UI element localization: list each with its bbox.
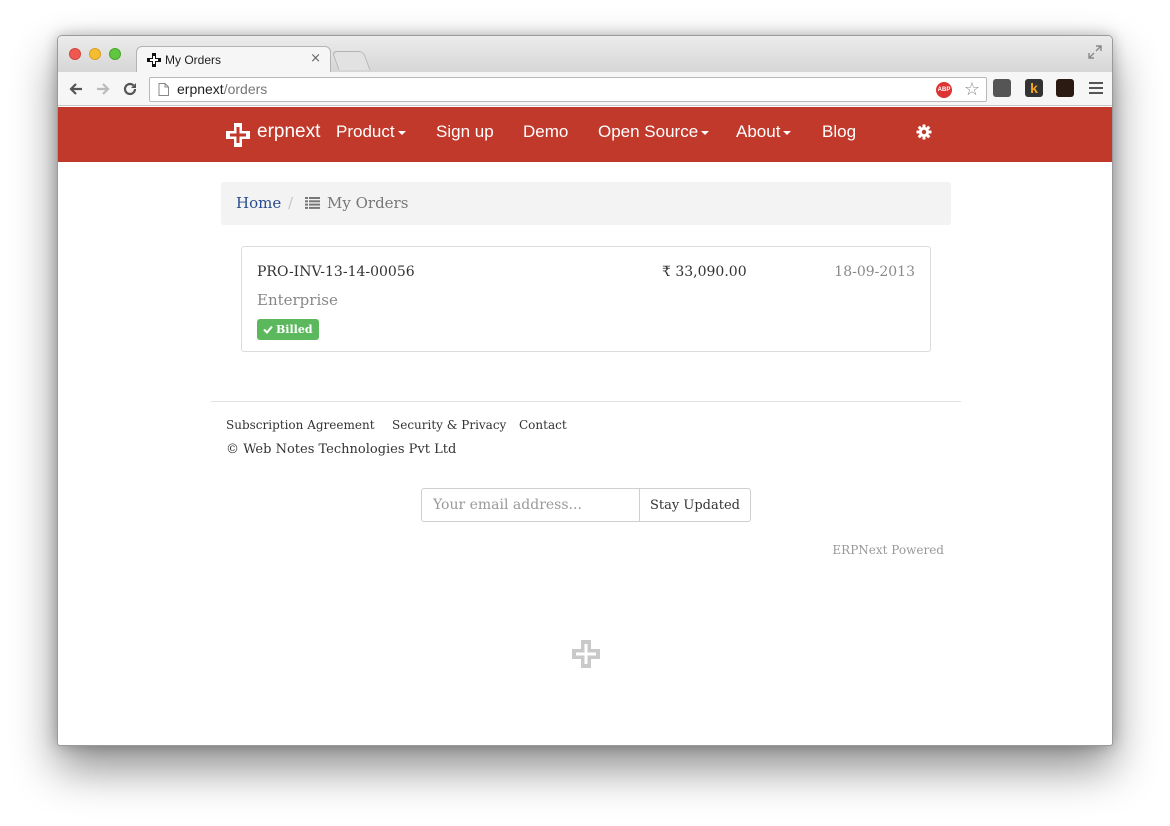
url-text: erpnext/orders (177, 81, 268, 97)
nav-about[interactable]: About (736, 122, 792, 142)
bookmark-star-icon[interactable]: ☆ (964, 79, 980, 100)
breadcrumb-current: My Orders (327, 194, 409, 212)
order-amount: ₹ 33,090.00 (662, 264, 747, 280)
erpnext-footer-logo-icon (572, 640, 600, 668)
gear-icon[interactable] (916, 124, 932, 140)
brand-name[interactable]: erpnext (257, 121, 320, 143)
email-input[interactable] (421, 488, 640, 522)
erpnext-favicon-icon (147, 53, 161, 67)
forward-arrow-icon[interactable] (94, 80, 112, 98)
page-icon (158, 83, 169, 96)
reload-icon[interactable] (121, 80, 139, 98)
status-badge: Billed (257, 319, 319, 340)
order-date: 18-09-2013 (834, 264, 915, 280)
nav-blog[interactable]: Blog (822, 122, 856, 142)
tab-close-icon[interactable]: × (310, 51, 321, 66)
address-bar[interactable]: erpnext/orders ABP ☆ (149, 77, 987, 102)
breadcrumb: Home / My Orders (221, 182, 951, 225)
k-extension-icon[interactable]: k (1025, 79, 1043, 97)
order-product: Enterprise (257, 291, 338, 309)
browser-tab[interactable]: My Orders × (136, 46, 331, 73)
minimize-window-button[interactable] (89, 48, 101, 60)
breadcrumb-home-link[interactable]: Home (236, 194, 281, 212)
browser-toolbar: erpnext/orders ABP ☆ k (58, 72, 1112, 106)
fullscreen-icon[interactable] (1088, 45, 1102, 59)
contact-link[interactable]: Contact (519, 418, 567, 432)
nav-product[interactable]: Product (336, 122, 406, 142)
nav-demo[interactable]: Demo (523, 122, 568, 142)
security-privacy-link[interactable]: Security & Privacy (392, 418, 506, 432)
pocket-extension-icon[interactable] (993, 79, 1011, 97)
stay-updated-button[interactable]: Stay Updated (639, 488, 751, 522)
breadcrumb-separator: / (288, 194, 294, 212)
browser-menu-icon[interactable] (1089, 82, 1103, 95)
browser-window: My Orders × erpnext/orders ABP ☆ k erpne… (57, 35, 1113, 746)
powered-by-link[interactable]: ERPNext Powered (832, 543, 944, 557)
site-navbar: erpnext Product Sign up Demo Open Source… (58, 107, 1112, 162)
footer-divider (211, 401, 961, 402)
check-icon (263, 325, 273, 334)
caret-down-icon (783, 130, 792, 135)
adblock-icon[interactable]: ABP (936, 82, 952, 98)
back-arrow-icon[interactable] (67, 80, 85, 98)
caret-down-icon (397, 130, 406, 135)
order-card[interactable]: PRO-INV-13-14-00056 ₹ 33,090.00 18-09-20… (241, 246, 931, 352)
copyright-text: © Web Notes Technologies Pvt Ltd (226, 442, 457, 457)
new-tab-button[interactable] (331, 51, 371, 70)
ghostery-extension-icon[interactable] (1056, 79, 1074, 97)
maximize-window-button[interactable] (109, 48, 121, 60)
list-icon (305, 197, 320, 209)
caret-down-icon (701, 130, 710, 135)
erpnext-logo-icon[interactable] (226, 123, 250, 147)
nav-sign-up[interactable]: Sign up (436, 122, 494, 142)
nav-open-source[interactable]: Open Source (598, 122, 710, 142)
close-window-button[interactable] (69, 48, 81, 60)
subscription-agreement-link[interactable]: Subscription Agreement (226, 418, 375, 432)
tab-title: My Orders (165, 53, 222, 67)
title-bar: My Orders × (58, 36, 1112, 73)
order-id: PRO-INV-13-14-00056 (257, 264, 415, 280)
